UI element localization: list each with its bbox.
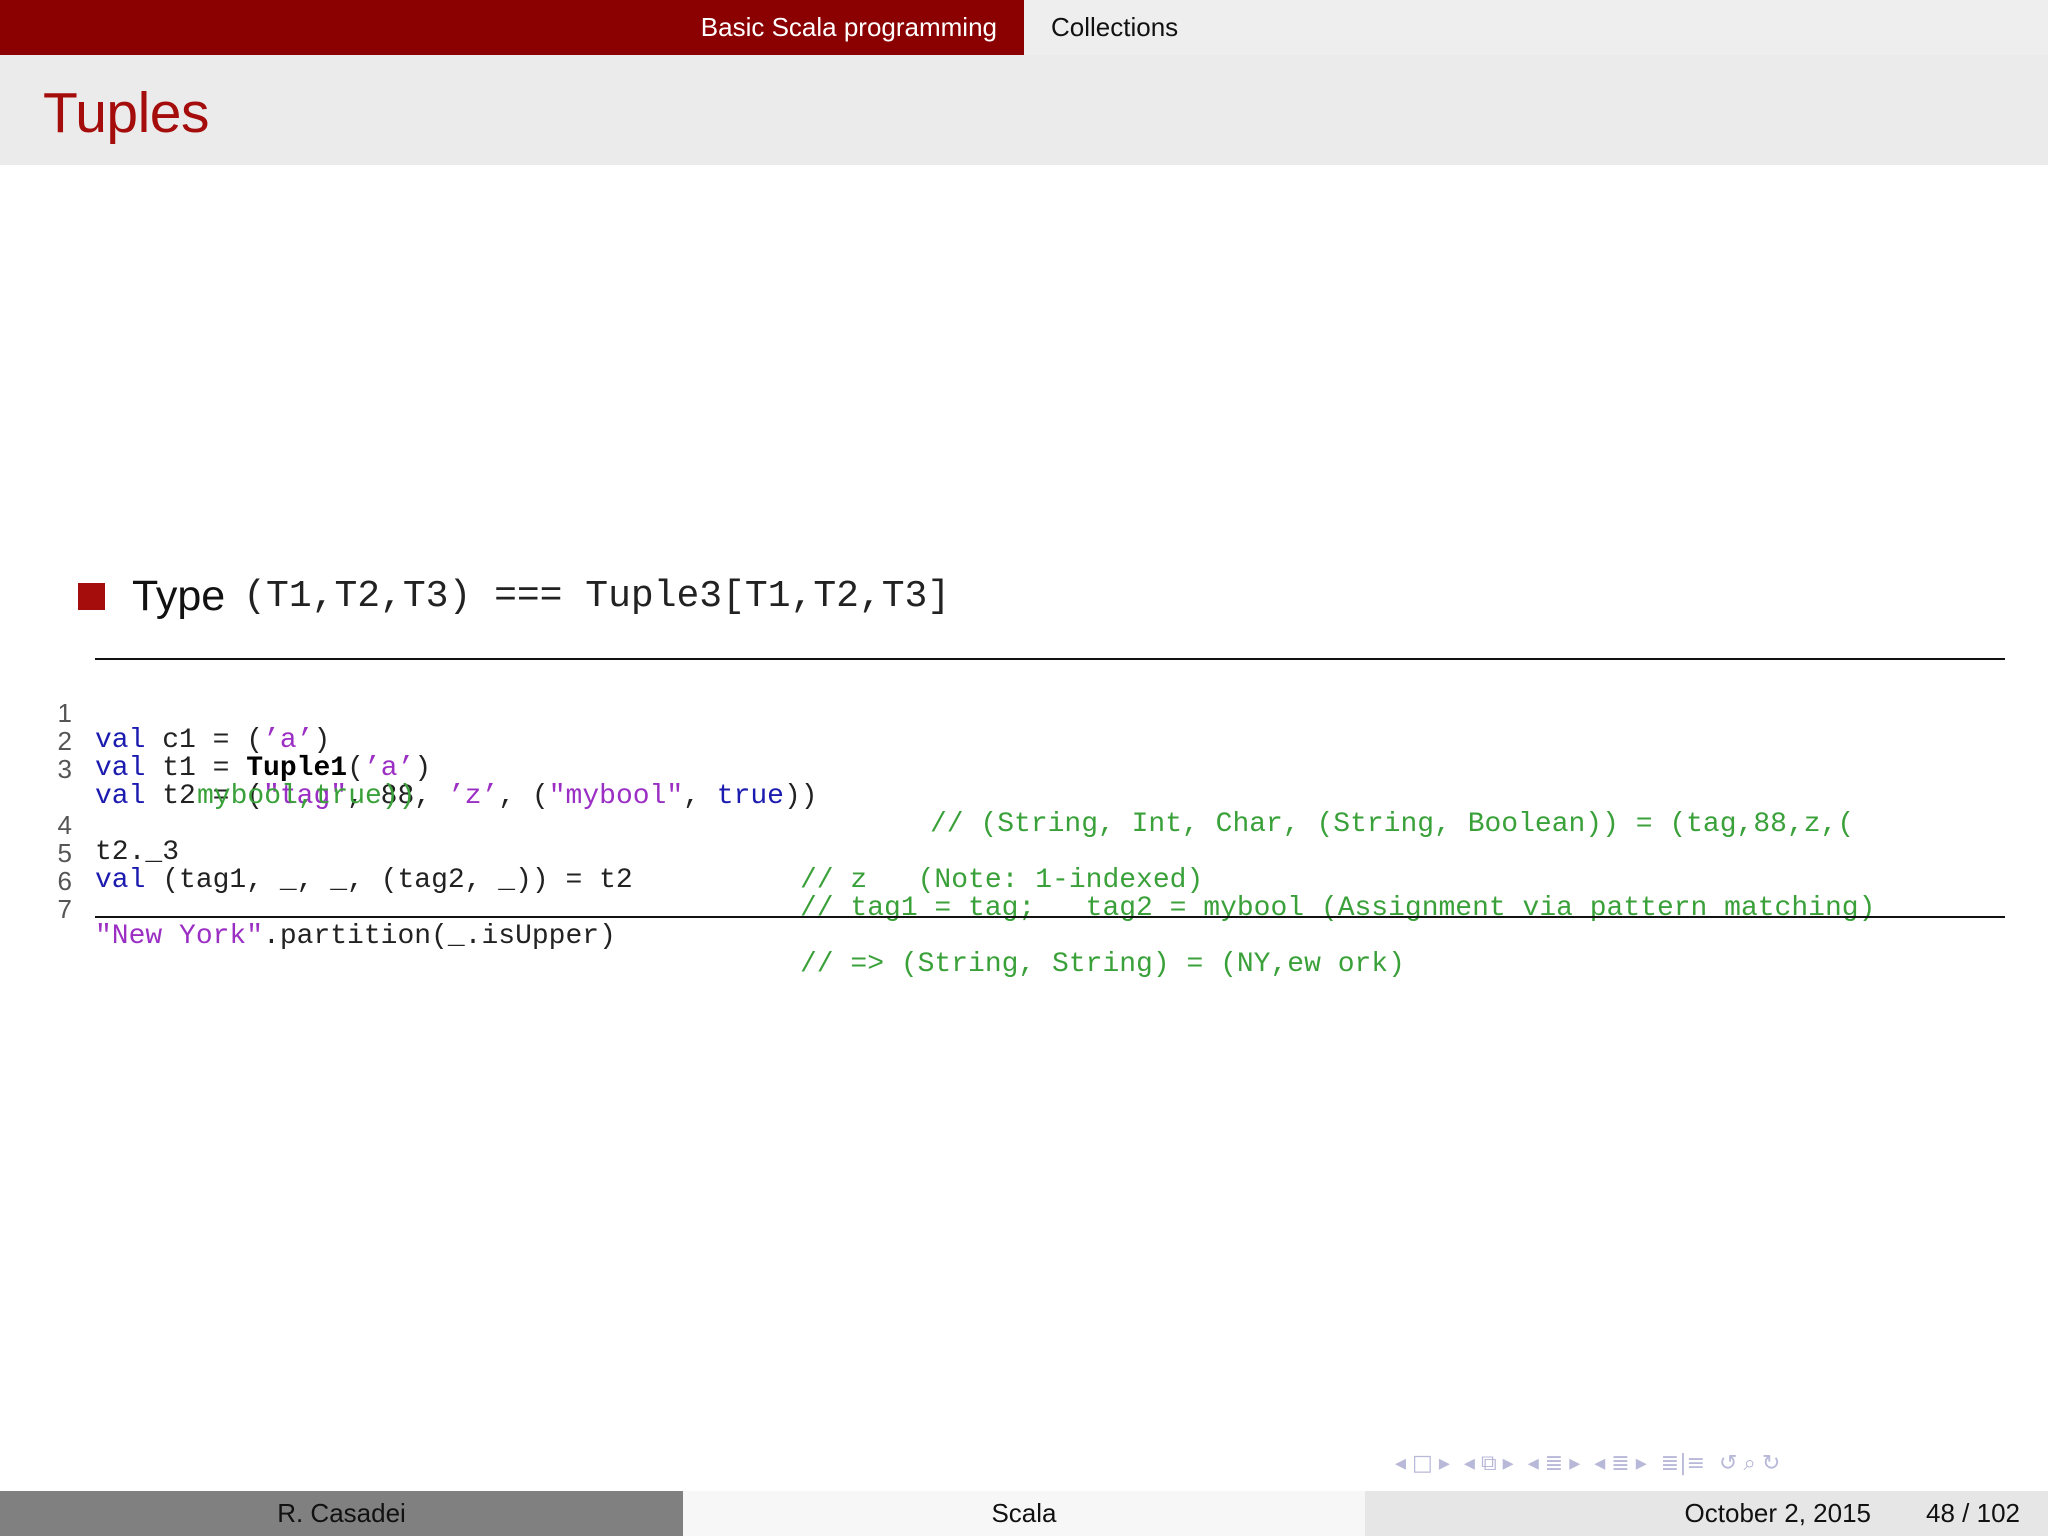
search-icon[interactable]: ⌕ [1743,1451,1755,1476]
code-token: ) [414,753,432,784]
frame-title-bar: Tuples [0,55,2048,165]
string-literal: ’z’ [447,781,499,812]
code-comment: // tag1 = tag; tag2 = mybool (Assignment… [800,893,1876,924]
code-token: t2._3 [95,837,180,868]
code-token: ) [313,725,331,756]
code-line: 4 t2._3 // z (Note: 1-indexed) [0,783,1204,895]
listing-top-rule [95,658,2005,660]
bullet-square-icon [78,582,105,610]
author-name: R. Casadei [277,1498,406,1528]
section-nav-link[interactable]: Basic Scala programming [0,0,1024,55]
nav-left-arrow-icon[interactable]: ◂ [1594,1451,1605,1476]
bullet-code: (T1,T2,T3) === Tuple3[T1,T2,T3] [243,574,951,618]
code-comment: // (String, Int, Char, (String, Boolean)… [930,809,1855,840]
nav-left-arrow-icon[interactable]: ◂ [1528,1451,1539,1476]
code-token: , ( [498,781,549,812]
code-line: 5 val (tag1, _, _, (tag2, _)) = t2 // ta… [0,811,1876,923]
footer-date-page: October 2, 2015 48 / 102 [1365,1491,2048,1536]
code-comment: // => (String, String) = (NY,ew ork) [800,949,1405,980]
subsection-icon[interactable]: ⧉ [1481,1451,1497,1476]
document-icon[interactable]: ≣ [1611,1451,1629,1476]
code-token: .partition(_.isUpper) [263,921,616,952]
frame-title: Tuples [43,81,209,145]
code-token: t1 = [145,753,247,784]
nav-right-arrow-icon[interactable]: ▸ [1636,1451,1647,1476]
listing-bottom-rule [95,916,2005,918]
bullet-item: Type (T1,T2,T3) === Tuple3[T1,T2,T3] [78,566,950,626]
subsection-title: Collections [1051,12,1179,42]
code-token: , [683,781,717,812]
keyword: val [95,725,146,756]
code-text: t2._3 [95,839,179,867]
footer-bar: R. Casadei Scala October 2, 2015 48 / 10… [0,1491,2048,1536]
code-token: c1 = ( [145,725,264,756]
code-line: 1 val c1 = (’a’) [0,671,331,755]
back-icon[interactable]: ↺ [1719,1451,1737,1476]
code-comment: // z (Note: 1-indexed) [800,865,1204,896]
beamer-navigation-symbols: ◂ □ ▸ ◂ ⧉ ▸ ◂ ≣ ▸ ◂ ≣ ▸ ≣|≡ ↺ ⌕ ↻ [1395,1449,1780,1477]
subsection-nav-link[interactable]: Collections [1024,0,2048,55]
keyword: val [95,865,146,896]
nav-left-arrow-icon[interactable]: ◂ [1395,1451,1406,1476]
code-text: "New York".partition(_.isUpper) [95,923,616,951]
keyword: val [95,781,146,812]
forward-icon[interactable]: ↻ [1762,1451,1780,1476]
code-text: val (tag1, _, _, (tag2, _)) = t2 [95,867,633,895]
code-comment: mybool,true)) [197,781,416,812]
date-text: October 2, 2015 [1684,1498,1872,1528]
page-number: 48 / 102 [1926,1498,2020,1528]
string-literal: "mybool" [548,781,684,812]
bullet-label: Type [132,571,226,620]
section-title: Basic Scala programming [700,12,997,42]
string-literal: ’a’ [263,725,314,756]
footer-author: R. Casadei [0,1491,683,1536]
code-token: (tag1, _, _, (tag2, _)) = t2 [145,865,633,896]
appendix-icon[interactable]: ≣|≡ [1661,1451,1705,1476]
code-line: 6 [0,839,72,895]
line-number: 7 [57,894,72,924]
string-literal: ’a’ [363,753,415,784]
string-literal: "New York" [95,921,264,952]
code-text: val t1 = Tuple1(’a’) [95,755,431,783]
keyword: val [95,753,146,784]
nav-right-arrow-icon[interactable]: ▸ [1569,1451,1580,1476]
code-token: )) [783,781,818,812]
section-icon[interactable]: ≣ [1545,1451,1563,1476]
frame-icon[interactable]: □ [1412,1451,1433,1476]
short-title: Scala [991,1498,1057,1528]
top-navigation-bar: Basic Scala programming Collections [0,0,2048,55]
nav-right-arrow-icon[interactable]: ▸ [1503,1451,1514,1476]
nav-right-arrow-icon[interactable]: ▸ [1439,1451,1450,1476]
type-name: Tuple1 [246,753,348,784]
keyword: true [716,781,784,812]
code-line: 2 val t1 = Tuple1(’a’) [0,699,432,783]
nav-left-arrow-icon[interactable]: ◂ [1464,1451,1475,1476]
code-text: val c1 = (’a’) [95,727,330,755]
code-line: 3 val t2 = ("tag", 88, ’z’, ("mybool", t… [0,727,1855,839]
code-line-continuation: mybool,true)) [0,755,415,811]
footer-title: Scala [683,1491,1365,1536]
code-line: 7 "New York".partition(_.isUpper) // => … [0,867,1405,979]
code-token: ( [347,753,364,784]
